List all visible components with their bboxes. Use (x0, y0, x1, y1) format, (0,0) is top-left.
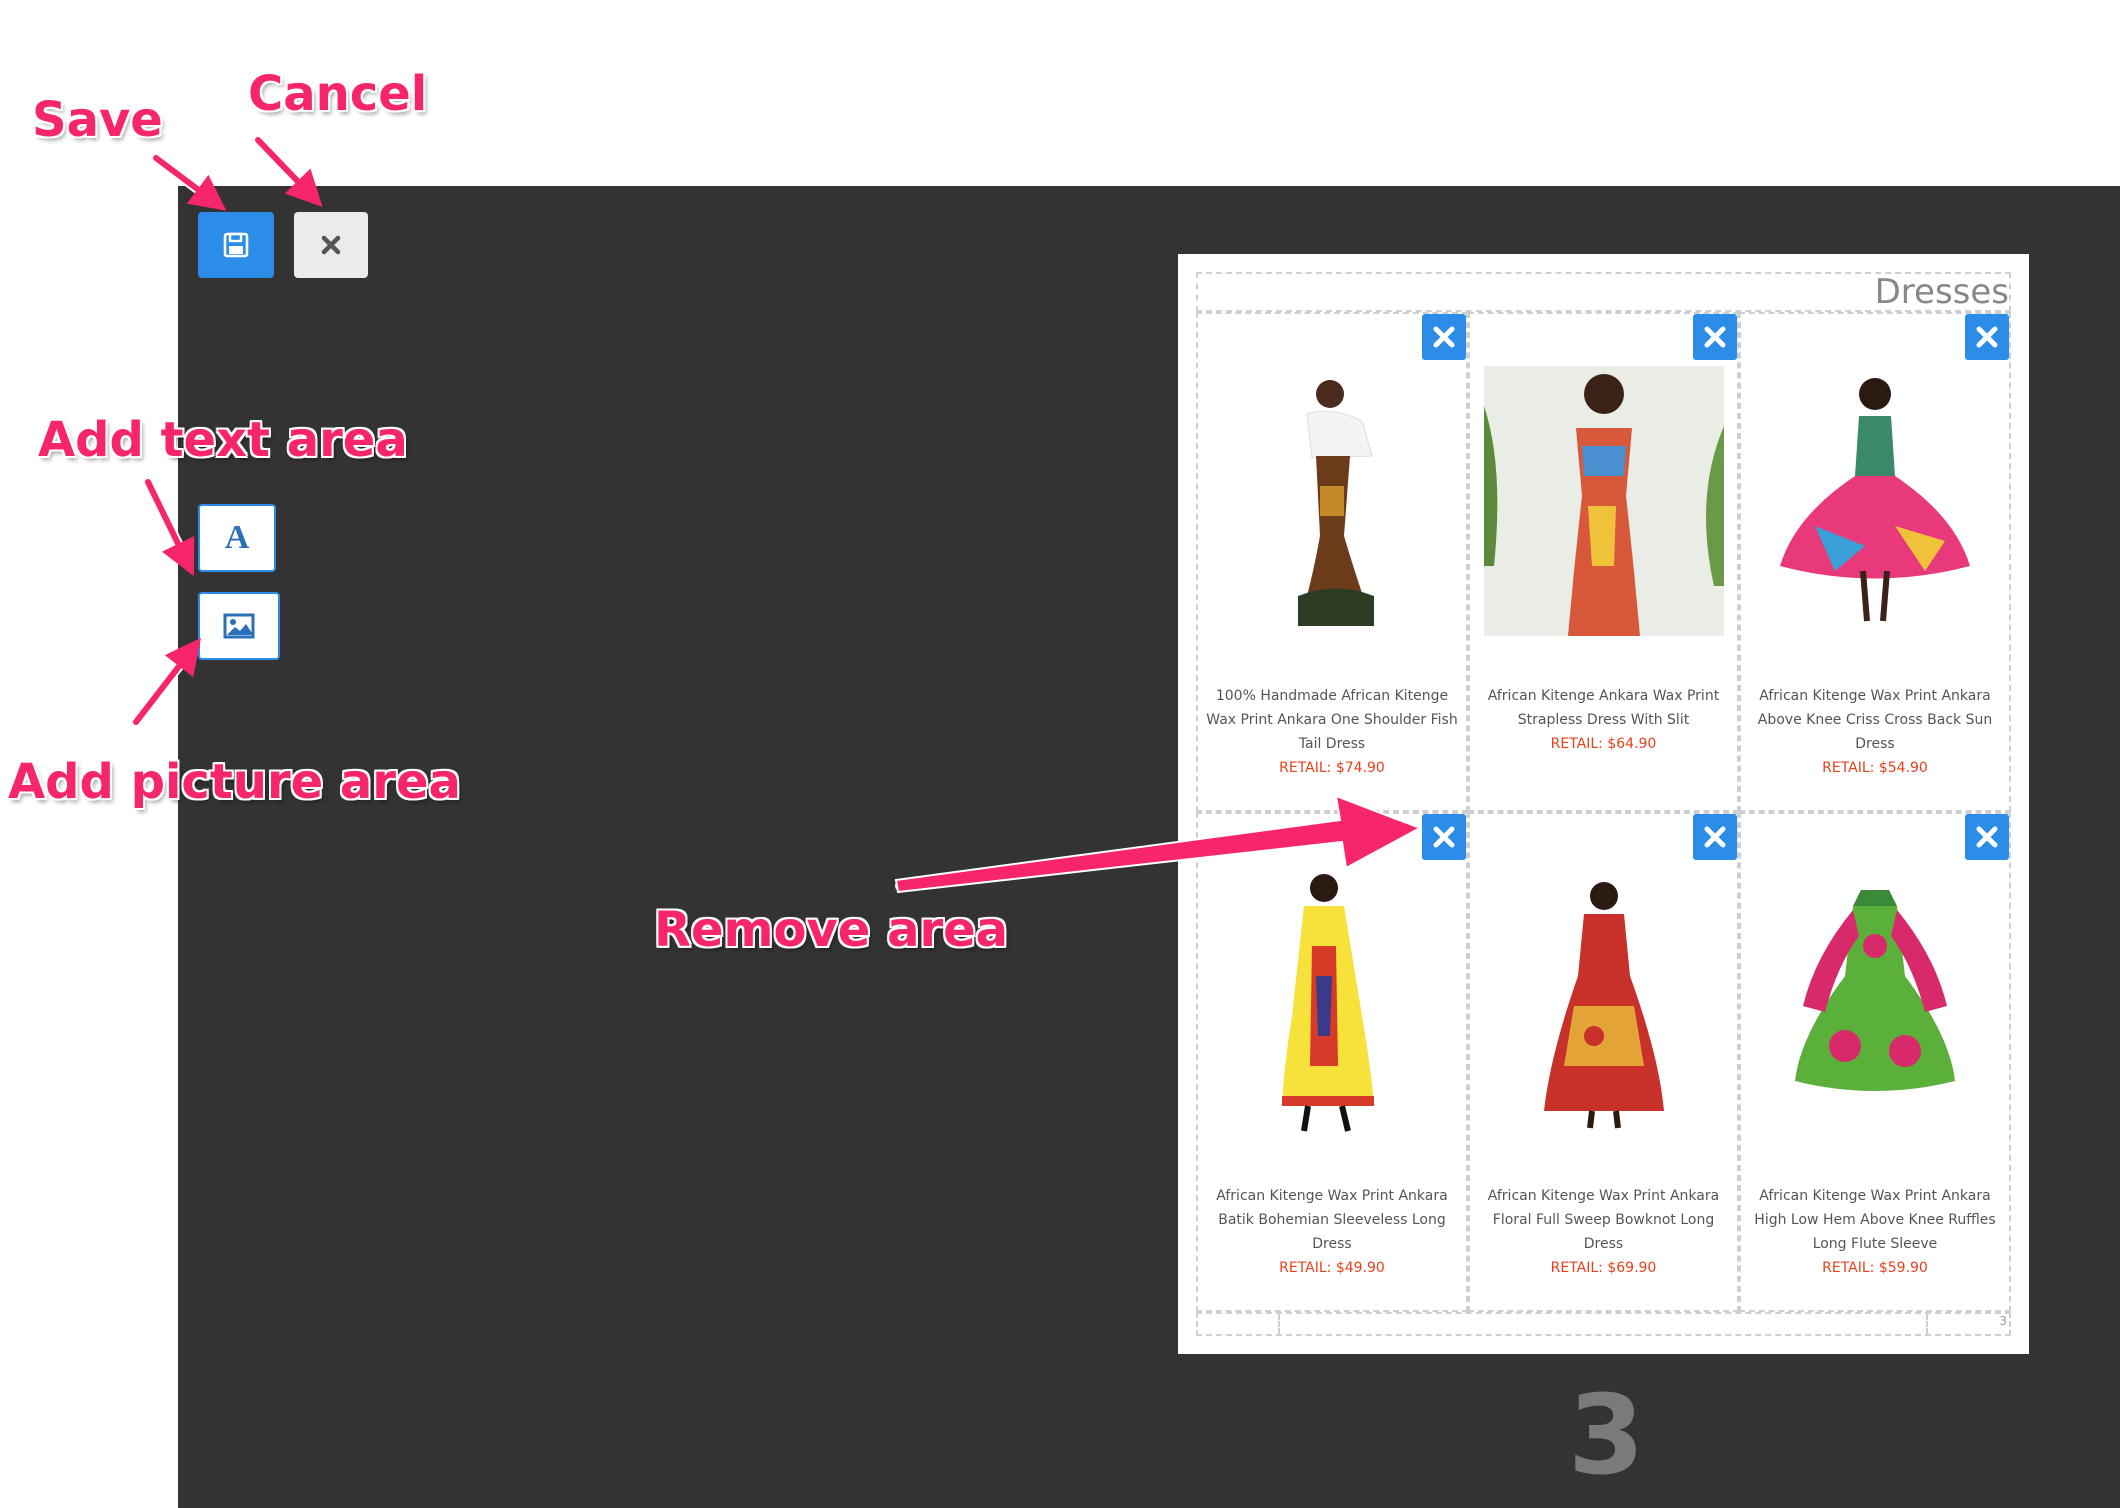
product-photo (1755, 866, 1995, 1136)
product-photo (1212, 866, 1452, 1136)
product-price: RETAIL: $49.90 (1279, 1260, 1385, 1276)
product-cell[interactable]: African Kitenge Wax Print Ankara High Lo… (1739, 812, 2011, 1312)
product-cell[interactable]: African Kitenge Ankara Wax Print Straple… (1468, 312, 1739, 812)
remove-area-button[interactable] (1422, 314, 1466, 360)
product-cell[interactable]: African Kitenge Wax Print Ankara Batik B… (1196, 812, 1468, 1312)
product-caption: African Kitenge Wax Print Ankara Above K… (1741, 684, 2009, 780)
close-x-icon (1704, 326, 1726, 348)
remove-area-button[interactable] (1693, 314, 1737, 360)
corner-page-number: 3 (1999, 1314, 2007, 1328)
remove-area-button[interactable] (1965, 314, 2009, 360)
product-name: African Kitenge Ankara Wax Print Straple… (1487, 688, 1720, 728)
page-number: 3 (1568, 1371, 1645, 1499)
close-x-icon (321, 235, 341, 255)
close-x-icon (1704, 826, 1726, 848)
floppy-disk-icon (223, 232, 249, 258)
add-text-area-button[interactable]: A (198, 504, 276, 572)
product-caption: African Kitenge Ankara Wax Print Straple… (1470, 684, 1737, 756)
product-price: RETAIL: $59.90 (1822, 1260, 1928, 1276)
remove-area-button[interactable] (1693, 814, 1737, 860)
product-caption: African Kitenge Wax Print Ankara Batik B… (1198, 1184, 1466, 1280)
product-photo (1755, 366, 1995, 636)
close-x-icon (1433, 326, 1455, 348)
product-name: African Kitenge Wax Print Ankara Batik B… (1216, 1188, 1448, 1252)
catalog-page: Dresses 100% Handmade African Kitenge Wa… (1178, 254, 2029, 1354)
product-photo (1484, 366, 1724, 636)
page-title: Dresses (1874, 272, 2009, 312)
title-area[interactable]: Dresses (1196, 272, 2011, 312)
callout-save: Save (32, 92, 163, 148)
callout-remove-area: Remove area (654, 902, 1009, 958)
product-price: RETAIL: $64.90 (1550, 736, 1657, 752)
callout-add-picture-area: Add picture area (8, 754, 461, 810)
product-price: RETAIL: $74.90 (1279, 760, 1385, 776)
footer-area[interactable]: 3 (1196, 1312, 2011, 1336)
remove-area-button[interactable] (1965, 814, 2009, 860)
text-a-icon: A (224, 519, 250, 556)
close-x-icon (1976, 326, 1998, 348)
product-name: 100% Handmade African Kitenge Wax Print … (1206, 688, 1458, 752)
product-cell[interactable]: African Kitenge Wax Print Ankara Floral … (1468, 812, 1739, 1312)
add-picture-area-button[interactable] (198, 592, 280, 660)
close-x-icon (1433, 826, 1455, 848)
remove-area-button[interactable] (1422, 814, 1466, 860)
cancel-button[interactable] (294, 212, 368, 278)
product-name: African Kitenge Wax Print Ankara High Lo… (1754, 1188, 1996, 1252)
product-photo (1484, 866, 1724, 1136)
product-caption: 100% Handmade African Kitenge Wax Print … (1198, 684, 1466, 780)
product-caption: African Kitenge Wax Print Ankara High Lo… (1741, 1184, 2009, 1280)
picture-icon (223, 613, 255, 639)
product-caption: African Kitenge Wax Print Ankara Floral … (1470, 1184, 1737, 1280)
product-cell[interactable]: African Kitenge Wax Print Ankara Above K… (1739, 312, 2011, 812)
product-price: RETAIL: $69.90 (1550, 1260, 1657, 1276)
close-x-icon (1976, 826, 1998, 848)
product-price: RETAIL: $54.90 (1822, 760, 1928, 776)
product-name: African Kitenge Wax Print Ankara Floral … (1487, 1188, 1720, 1252)
callout-add-text-area: Add text area (38, 412, 408, 468)
product-cell[interactable]: 100% Handmade African Kitenge Wax Print … (1196, 312, 1468, 812)
callout-cancel: Cancel (248, 66, 428, 122)
save-button[interactable] (198, 212, 274, 278)
product-photo (1212, 366, 1452, 636)
product-name: African Kitenge Wax Print Ankara Above K… (1757, 688, 1993, 752)
footer-inner-area[interactable] (1278, 1314, 1928, 1334)
